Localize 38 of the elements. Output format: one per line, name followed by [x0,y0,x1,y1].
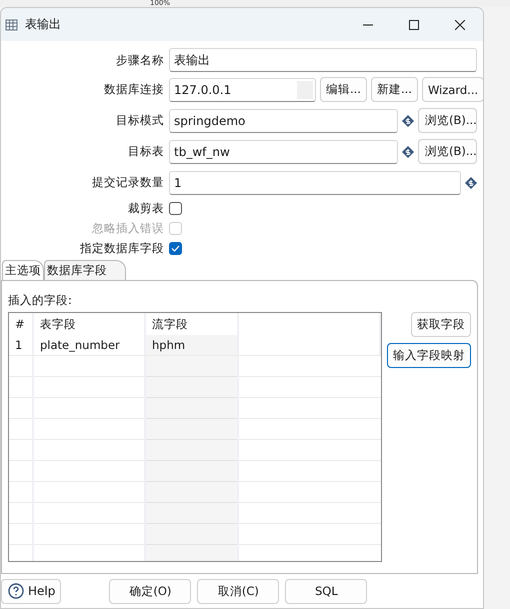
dialog-button[interactable]: SQL [285,578,368,604]
text-field[interactable]: tb_wf_nw [169,140,398,164]
tab[interactable]: 数据库字段 [44,260,126,280]
field-label: 裁剪表 [127,200,164,216]
variable-icon [402,114,414,126]
action-button[interactable]: 获取字段 [411,312,471,337]
field-label: 提交记录数量 [91,175,164,190]
field-label: 数据库连接 [103,82,164,97]
dialog-button[interactable]: 取消(C) [197,578,280,604]
checkbox[interactable] [169,202,182,214]
text-field[interactable]: springdemo [169,108,398,132]
browse-button[interactable]: 浏览(B)... [418,108,477,133]
table-icon [5,18,18,31]
window-title: 表输出 [25,16,62,33]
checkbox[interactable] [169,242,182,254]
browse-button[interactable]: 浏览(B)... [418,139,477,164]
table-cell: hphm [146,335,239,355]
field-label: 忽略插入错误 [91,220,164,236]
connection-field[interactable]: 127.0.0.1 [169,78,316,102]
action-button[interactable]: 输入字段映射 [387,343,471,368]
help-button[interactable]: Help [1,578,62,604]
action-button[interactable]: 编辑... [320,77,367,102]
help-icon [8,583,24,599]
field-label: 目标模式 [115,113,164,128]
section-title: 插入的字段: [8,293,73,308]
field-label: 目标表 [127,144,164,159]
variable-icon [402,146,414,158]
close-icon [455,20,465,30]
action-button[interactable]: 新建... [370,77,418,102]
field-label: 指定数据库字段 [79,240,164,256]
text-field[interactable]: 1 [169,170,461,194]
dialog-button[interactable]: 确定(O) [109,578,192,604]
action-button[interactable]: Wizard... [422,77,483,102]
tab[interactable]: 主选项 [2,260,44,280]
variable-icon [465,176,477,188]
field-label: 步骤名称 [115,52,164,68]
maximize-icon [409,20,419,30]
text-field[interactable]: 表输出 [169,48,477,72]
